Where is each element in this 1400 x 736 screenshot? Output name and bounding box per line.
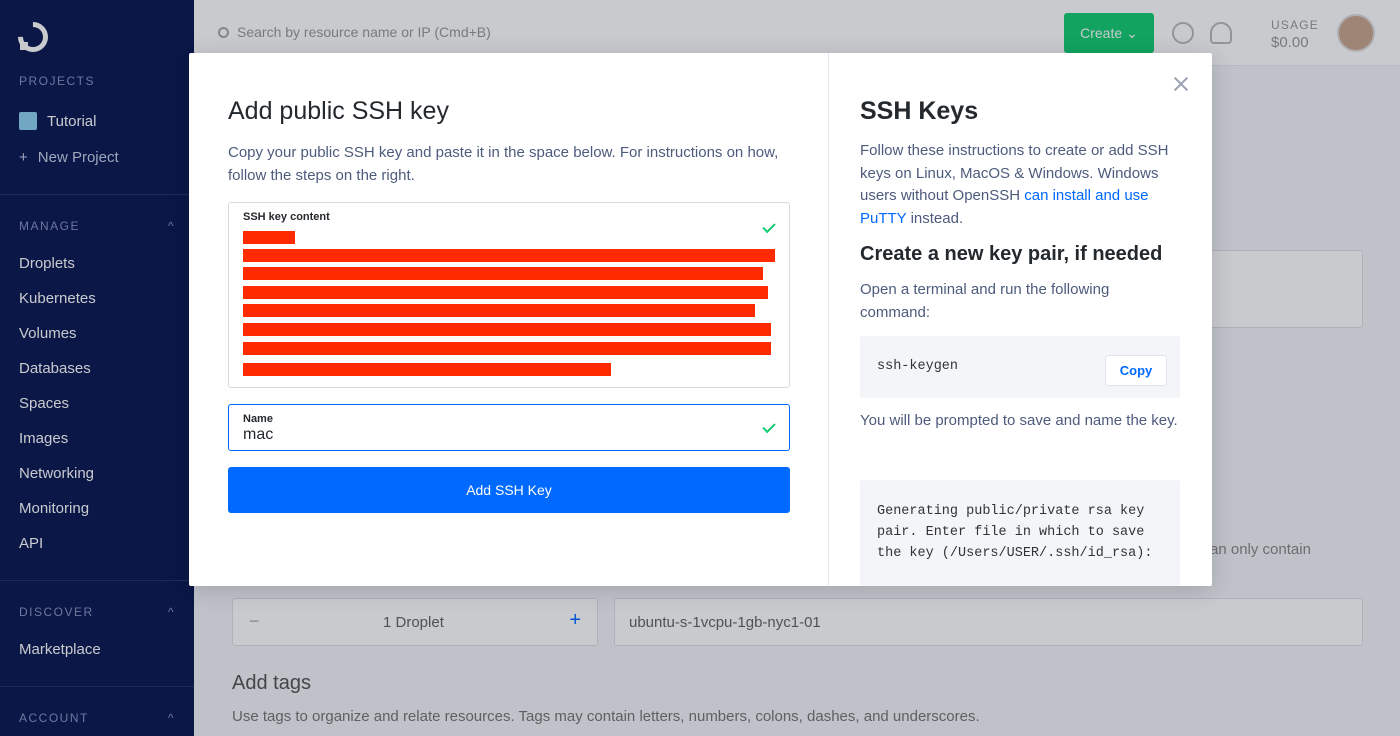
form-pane: Add public SSH key Copy your public SSH …	[189, 53, 829, 586]
add-ssh-key-modal: Add public SSH key Copy your public SSH …	[189, 53, 1212, 586]
add-ssh-key-button[interactable]: Add SSH Key	[228, 467, 790, 513]
help-pane: SSH Keys Follow these instructions to cr…	[829, 53, 1212, 586]
help-intro: Follow these instructions to create or a…	[860, 142, 1169, 227]
name-label: Name	[243, 413, 273, 425]
name-field[interactable]: Name	[228, 404, 790, 451]
redacted-text	[243, 267, 763, 280]
command-text: ssh-keygen	[877, 359, 959, 374]
ssh-key-content-field[interactable]: SSH key content	[228, 202, 790, 388]
help-step1: Open a terminal and run the following co…	[860, 281, 1110, 321]
redacted-text	[243, 231, 295, 244]
redacted-text	[243, 363, 611, 376]
redacted-text	[243, 304, 755, 317]
output-text: Generating public/private rsa key pair. …	[877, 504, 1153, 561]
name-input[interactable]	[243, 426, 743, 444]
output-code-box: Generating public/private rsa key pair. …	[860, 480, 1180, 586]
ssh-key-content-label: SSH key content	[243, 211, 330, 223]
modal-description: Copy your public SSH key and paste it in…	[228, 144, 779, 184]
help-title: SSH Keys	[860, 97, 979, 125]
redacted-text	[243, 286, 768, 299]
checkmark-icon	[762, 419, 776, 434]
command-code-box: ssh-keygen Copy	[860, 336, 1180, 398]
help-subtitle: Create a new key pair, if needed	[860, 243, 1163, 265]
close-icon[interactable]	[1174, 77, 1188, 91]
checkmark-icon	[762, 219, 776, 234]
redacted-text	[243, 342, 771, 355]
help-step2: You will be prompted to save and name th…	[860, 412, 1178, 429]
copy-button[interactable]: Copy	[1105, 355, 1167, 386]
redacted-text	[243, 323, 771, 336]
modal-title: Add public SSH key	[228, 97, 449, 125]
redacted-text	[243, 249, 775, 262]
